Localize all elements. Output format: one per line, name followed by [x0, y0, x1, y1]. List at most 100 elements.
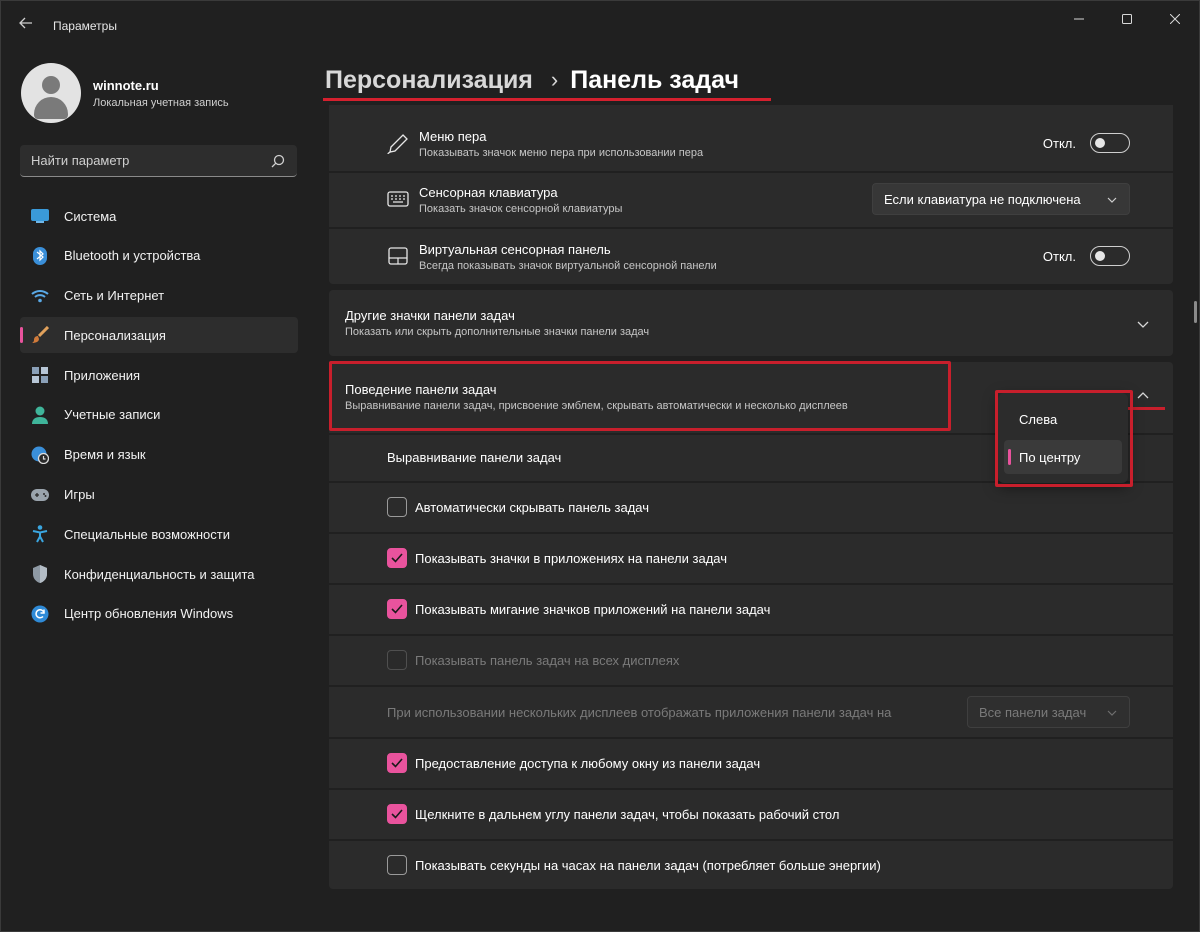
show-flashing-row: Показывать мигание значков приложений на… [329, 585, 1173, 634]
settings-window: Параметры winnote.ru Локальная учетная з… [0, 0, 1200, 932]
virtual-touchpad-row: Виртуальная сенсорная панель Всегда пока… [329, 229, 1173, 284]
chevron-down-icon[interactable] [1135, 316, 1151, 332]
sidebar-item-label: Bluetooth и устройства [64, 248, 201, 264]
chevron-down-icon [1107, 710, 1117, 716]
sidebar-item-label: Центр обновления Windows [64, 606, 234, 622]
all-displays-checkbox[interactable] [387, 650, 407, 670]
title-bar: Параметры [1, 1, 1199, 49]
touch-keyboard-select[interactable]: Если клавиатура не подключена [872, 183, 1130, 215]
show-seconds-label: Показывать секунды на часах на панели за… [415, 858, 881, 873]
sidebar-item-network[interactable]: Сеть и Интернет [20, 278, 298, 314]
maximize-button[interactable] [1103, 1, 1151, 37]
annotation-underline [323, 98, 771, 101]
sidebar-item-label: Конфиденциальность и защита [64, 566, 255, 582]
all-displays-row: Показывать панель задач на всех дисплеях [329, 636, 1173, 685]
arrow-left-icon [19, 17, 32, 29]
sidebar-item-label: Игры [64, 487, 95, 503]
keyboard-icon [387, 191, 409, 207]
checkmark-icon [391, 809, 403, 819]
auto-hide-row: Автоматически скрывать панель задач [329, 483, 1173, 532]
sidebar-item-label: Время и язык [64, 447, 146, 463]
sidebar-item-apps[interactable]: Приложения [20, 357, 298, 393]
sidebar-item-time-language[interactable]: Время и язык [20, 437, 298, 473]
virtual-touchpad-toggle-label: Откл. [1042, 248, 1076, 264]
sidebar-nav: Система Bluetooth и устройства Сеть и Ин… [20, 198, 298, 636]
pen-menu-toggle-label: Откл. [1042, 135, 1076, 151]
sidebar-item-label: Учетные записи [64, 407, 161, 423]
breadcrumb-separator: › [550, 67, 559, 92]
touch-keyboard-title: Сенсорная клавиатура [419, 185, 558, 200]
close-icon [1170, 14, 1180, 24]
sidebar-item-gaming[interactable]: Игры [20, 477, 298, 513]
breadcrumb-parent[interactable]: Персонализация [325, 66, 533, 95]
page-title: Панель задач [570, 65, 739, 94]
auto-hide-checkbox[interactable] [387, 497, 407, 517]
share-window-label: Предоставление доступа к любому окну из … [415, 756, 761, 771]
sidebar-item-bluetooth[interactable]: Bluetooth и устройства [20, 238, 298, 274]
app-title: Параметры [53, 19, 117, 33]
sidebar-item-label: Сеть и Интернет [64, 288, 165, 304]
show-badges-checkbox[interactable] [387, 548, 407, 568]
sidebar-item-label: Приложения [64, 367, 141, 383]
show-seconds-row: Показывать секунды на часах на панели за… [329, 841, 1173, 889]
taskbar-behavior-subtitle: Выравнивание панели задач, присвоение эм… [345, 400, 848, 412]
chevron-up-icon[interactable] [1135, 388, 1151, 404]
sidebar-item-accessibility[interactable]: Специальные возможности [20, 516, 298, 552]
sidebar-item-accounts[interactable]: Учетные записи [20, 397, 298, 433]
alignment-option-center[interactable]: По центру [1004, 440, 1122, 474]
show-seconds-checkbox[interactable] [387, 855, 407, 875]
globe-clock-icon [31, 446, 49, 464]
multi-display-label: При использовании нескольких дисплеев от… [387, 705, 892, 720]
checkmark-icon [391, 604, 403, 614]
multi-display-select-value: Все панели задач [979, 704, 1087, 720]
pen-menu-toggle[interactable] [1090, 133, 1130, 153]
close-button[interactable] [1151, 1, 1199, 37]
alignment-label: Выравнивание панели задач [387, 450, 562, 465]
back-button[interactable] [15, 15, 37, 37]
brush-icon [31, 326, 49, 344]
sidebar-item-system[interactable]: Система [20, 198, 298, 234]
pen-menu-row: Меню пера Показывать значок меню пера пр… [329, 115, 1173, 171]
multi-display-row: При использовании нескольких дисплеев от… [329, 687, 1173, 737]
touch-keyboard-subtitle: Показать значок сенсорной клавиатуры [419, 203, 623, 215]
search-box [20, 145, 297, 177]
update-icon [31, 605, 49, 623]
user-profile[interactable]: winnote.ru Локальная учетная запись [21, 63, 229, 123]
pen-icon [387, 134, 408, 155]
share-window-checkbox[interactable] [387, 753, 407, 773]
checkmark-icon [391, 758, 403, 768]
minimize-icon [1074, 18, 1084, 20]
shield-icon [31, 565, 49, 584]
checkmark-icon [391, 553, 403, 563]
sidebar-item-personalization[interactable]: Персонализация [20, 317, 298, 354]
show-badges-label: Показывать значки в приложениях на панел… [415, 551, 727, 566]
minimize-button[interactable] [1055, 1, 1103, 37]
window-controls [1055, 1, 1199, 37]
chevron-down-icon [1107, 197, 1117, 203]
search-icon[interactable] [271, 154, 285, 168]
other-icons-subtitle: Показать или скрыть дополнительные значк… [345, 326, 650, 338]
other-icons-card[interactable]: Другие значки панели задач Показать или … [329, 290, 1173, 356]
sidebar-item-windows-update[interactable]: Центр обновления Windows [20, 596, 298, 632]
virtual-touchpad-toggle[interactable] [1090, 246, 1130, 266]
show-desktop-checkbox[interactable] [387, 804, 407, 824]
alignment-option-left[interactable]: Слева [1004, 402, 1122, 436]
sidebar-item-privacy[interactable]: Конфиденциальность и защита [20, 556, 298, 592]
scrollbar[interactable] [1194, 301, 1197, 323]
accessibility-icon [31, 525, 49, 543]
multi-display-select[interactable]: Все панели задач [967, 696, 1130, 728]
touchpad-icon [388, 247, 408, 265]
virtual-touchpad-subtitle: Всегда показывать значок виртуальной сен… [419, 260, 717, 272]
search-input[interactable] [20, 145, 260, 176]
show-flashing-checkbox[interactable] [387, 599, 407, 619]
show-desktop-row: Щелкните в дальнем углу панели задач, чт… [329, 790, 1173, 839]
touch-keyboard-select-value: Если клавиатура не подключена [884, 191, 1081, 207]
avatar [21, 63, 81, 123]
sidebar-item-label: Персонализация [64, 327, 166, 343]
auto-hide-label: Автоматически скрывать панель задач [415, 500, 650, 515]
alignment-flyout: Слева По центру [998, 393, 1128, 483]
taskbar-behavior-title: Поведение панели задач [345, 382, 497, 397]
share-window-row: Предоставление доступа к любому окну из … [329, 739, 1173, 788]
monitor-icon [31, 207, 49, 225]
breadcrumb: Персонализация › Панель задач [325, 63, 739, 97]
